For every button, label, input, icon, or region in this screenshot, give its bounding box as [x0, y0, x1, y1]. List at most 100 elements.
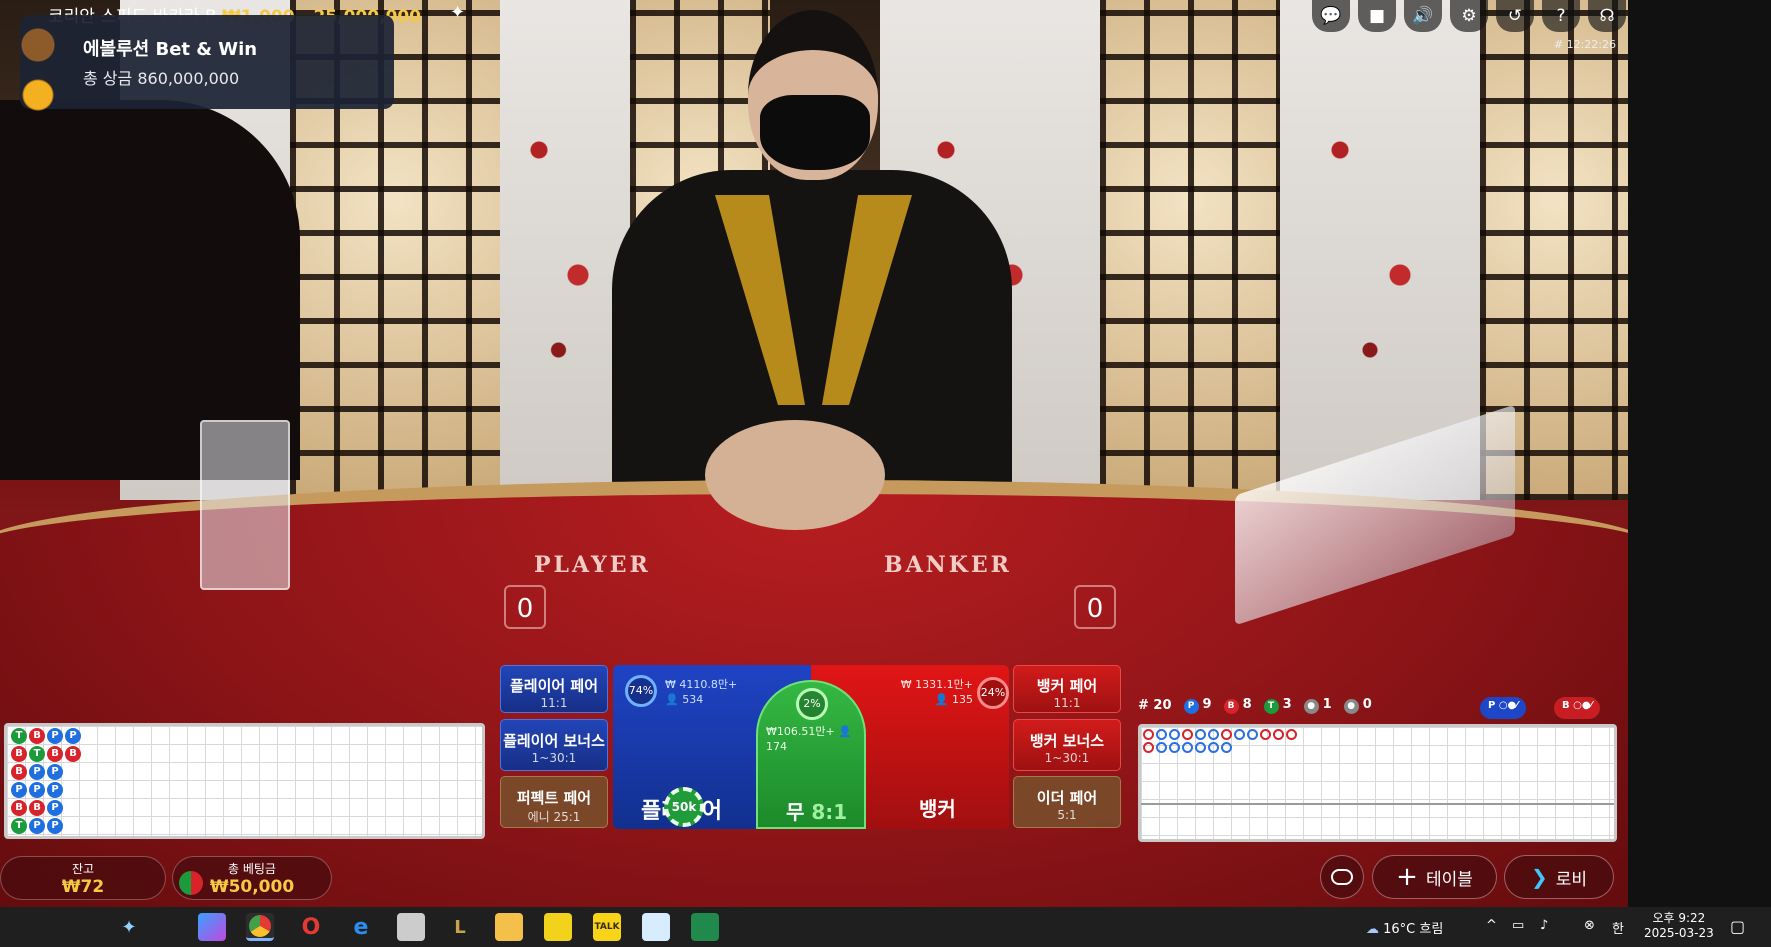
bead-road-cell: B: [65, 746, 81, 762]
history-icon[interactable]: ↺: [1496, 0, 1534, 32]
bead-road-cell: P: [47, 818, 63, 834]
dealer-mask: [760, 95, 870, 170]
kakaotalk-icon[interactable]: TALK: [593, 913, 621, 941]
bead-road-cell: P: [47, 782, 63, 798]
headset-icon[interactable]: ☊: [1588, 0, 1626, 32]
pin-icon[interactable]: ✦: [450, 2, 465, 23]
ie-icon[interactable]: e: [347, 913, 375, 941]
dealer-hands: [705, 420, 885, 530]
table-player-word: PLAYER: [534, 552, 651, 578]
road-stats: # 20 P9 B8 T3 ● 1 ● 0: [1138, 697, 1372, 714]
banker-pair-wins: ● 0: [1343, 697, 1372, 714]
big-road-ring: [1182, 729, 1193, 740]
perfect-pair-label: 퍼펙트 페어: [516, 789, 592, 807]
banker-predict-button[interactable]: B ○●⁄: [1554, 697, 1601, 719]
balance-value: ₩72: [61, 877, 105, 897]
big-road-ring: [1156, 729, 1167, 740]
banker-pair-bet[interactable]: 뱅커 페어 11:1: [1013, 665, 1121, 713]
banker-pair-label: 뱅커 페어: [1036, 677, 1098, 695]
bead-road-cell: B: [29, 800, 45, 816]
bead-road-cell: P: [47, 764, 63, 780]
tie-bet[interactable]: 2% ₩106.51만+ 👤 174 무 8:1: [756, 680, 866, 829]
help-icon[interactable]: ?: [1542, 0, 1580, 32]
big-road-ring: [1221, 742, 1232, 753]
video-icon[interactable]: ■: [1358, 0, 1396, 32]
banker-pair-odds: 11:1: [1053, 696, 1081, 710]
tie-count: 174: [766, 740, 787, 753]
player-pct: 74%: [625, 675, 657, 707]
big-road-ring: [1208, 729, 1219, 740]
banker-count: 135: [952, 693, 973, 706]
bead-road-cell: B: [47, 746, 63, 762]
gear-icon[interactable]: ⚙: [1450, 0, 1488, 32]
bead-road[interactable]: TBPPBTBBBPPPPPBBPTPP: [4, 723, 485, 839]
app-icon[interactable]: [397, 913, 425, 941]
bead-road-cell: T: [29, 746, 45, 762]
network-icon[interactable]: ▭: [1512, 918, 1524, 933]
banker-bonus-odds: 1~30:1: [1044, 751, 1090, 765]
balance-display: 잔고 ₩72: [0, 856, 166, 900]
big-road[interactable]: [1138, 724, 1617, 842]
add-table-button[interactable]: + 테이블: [1372, 855, 1497, 899]
player-bonus-bet[interactable]: 플레이어 보너스 1~30:1: [500, 719, 608, 771]
lobby-switch-button[interactable]: [1320, 855, 1364, 899]
tie-pct: 2%: [796, 688, 828, 720]
plus-icon: +: [1396, 862, 1418, 892]
banker-amount: ₩ 1331.1만+: [900, 678, 973, 691]
bead-road-cell: P: [47, 728, 63, 744]
player-pair-bet[interactable]: 플레이어 페어 11:1: [500, 665, 608, 713]
lobby-button[interactable]: ❯ 로비: [1504, 855, 1614, 899]
bead-road-cell: P: [47, 800, 63, 816]
league-icon[interactable]: L: [446, 913, 474, 941]
add-table-label: 테이블: [1425, 869, 1473, 890]
either-pair-odds: 5:1: [1057, 808, 1077, 822]
weather-text: 16°C 흐림: [1383, 922, 1444, 937]
video-stage: PLAYER BANKER 0 0 코리안 스피드 바카라 B ₩1,000 -…: [0, 0, 1628, 907]
window-icon: [1331, 869, 1353, 885]
big-road-ring: [1182, 742, 1193, 753]
big-road-ring: [1260, 729, 1271, 740]
big-road-ring: [1143, 729, 1154, 740]
player-pair-odds: 11:1: [540, 696, 568, 710]
notepad-icon[interactable]: [642, 913, 670, 941]
weather-widget[interactable]: ☁ 16°C 흐림: [1366, 918, 1443, 937]
tie-wins: T3: [1263, 697, 1292, 714]
copilot-sparkle-icon[interactable]: ✦: [115, 913, 143, 941]
chevron-up-icon[interactable]: ^: [1486, 918, 1497, 933]
notification-icon[interactable]: ▢: [1730, 917, 1745, 936]
close-circle-icon[interactable]: ⊗: [1584, 918, 1595, 933]
excel-icon[interactable]: [691, 913, 719, 941]
coins-icon: [20, 15, 56, 115]
big-road-ring: [1234, 729, 1245, 740]
balance-label: 잔고: [71, 862, 95, 876]
either-pair-bet[interactable]: 이더 페어 5:1: [1013, 776, 1121, 828]
bet-and-win-promo[interactable]: 에볼루션 Bet & Win 총 상금 860,000,000: [20, 15, 394, 115]
table-banker-word: BANKER: [884, 552, 1012, 578]
banker-label: 뱅커: [919, 797, 956, 821]
opera-icon[interactable]: O: [297, 913, 325, 941]
chip-50k[interactable]: 50k: [664, 787, 704, 827]
ime-indicator[interactable]: 한: [1612, 918, 1624, 937]
folder-icon[interactable]: [495, 913, 523, 941]
bead-road-cell: P: [29, 764, 45, 780]
player-predict-button[interactable]: P ○●⁄: [1480, 697, 1526, 719]
tie-odds: 8:1: [811, 800, 848, 824]
banker-bonus-bet[interactable]: 뱅커 보너스 1~30:1: [1013, 719, 1121, 771]
sticky-notes-icon[interactable]: [544, 913, 572, 941]
road-divider: [1141, 803, 1614, 805]
player-pair-wins: ● 1: [1303, 697, 1332, 714]
chrome-icon[interactable]: [246, 913, 274, 941]
bead-road-cell: P: [29, 782, 45, 798]
chat-icon[interactable]: 💬: [1312, 0, 1350, 32]
bead-road-cell: T: [11, 728, 27, 744]
clock[interactable]: 오후 9:22 2025-03-23: [1644, 909, 1714, 940]
banker-wins-value: 8: [1242, 697, 1252, 712]
bead-road-cell: P: [29, 818, 45, 834]
copilot-icon[interactable]: [198, 913, 226, 941]
bead-road-cell: B: [11, 746, 27, 762]
banker-bonus-label: 뱅커 보너스: [1029, 732, 1105, 750]
volume-icon[interactable]: 🔊: [1404, 0, 1442, 32]
perfect-pair-bet[interactable]: 퍼펙트 페어 에니 25:1: [500, 776, 608, 828]
chips-icon: [179, 871, 203, 895]
volume-tray-icon[interactable]: ♪: [1540, 918, 1548, 933]
